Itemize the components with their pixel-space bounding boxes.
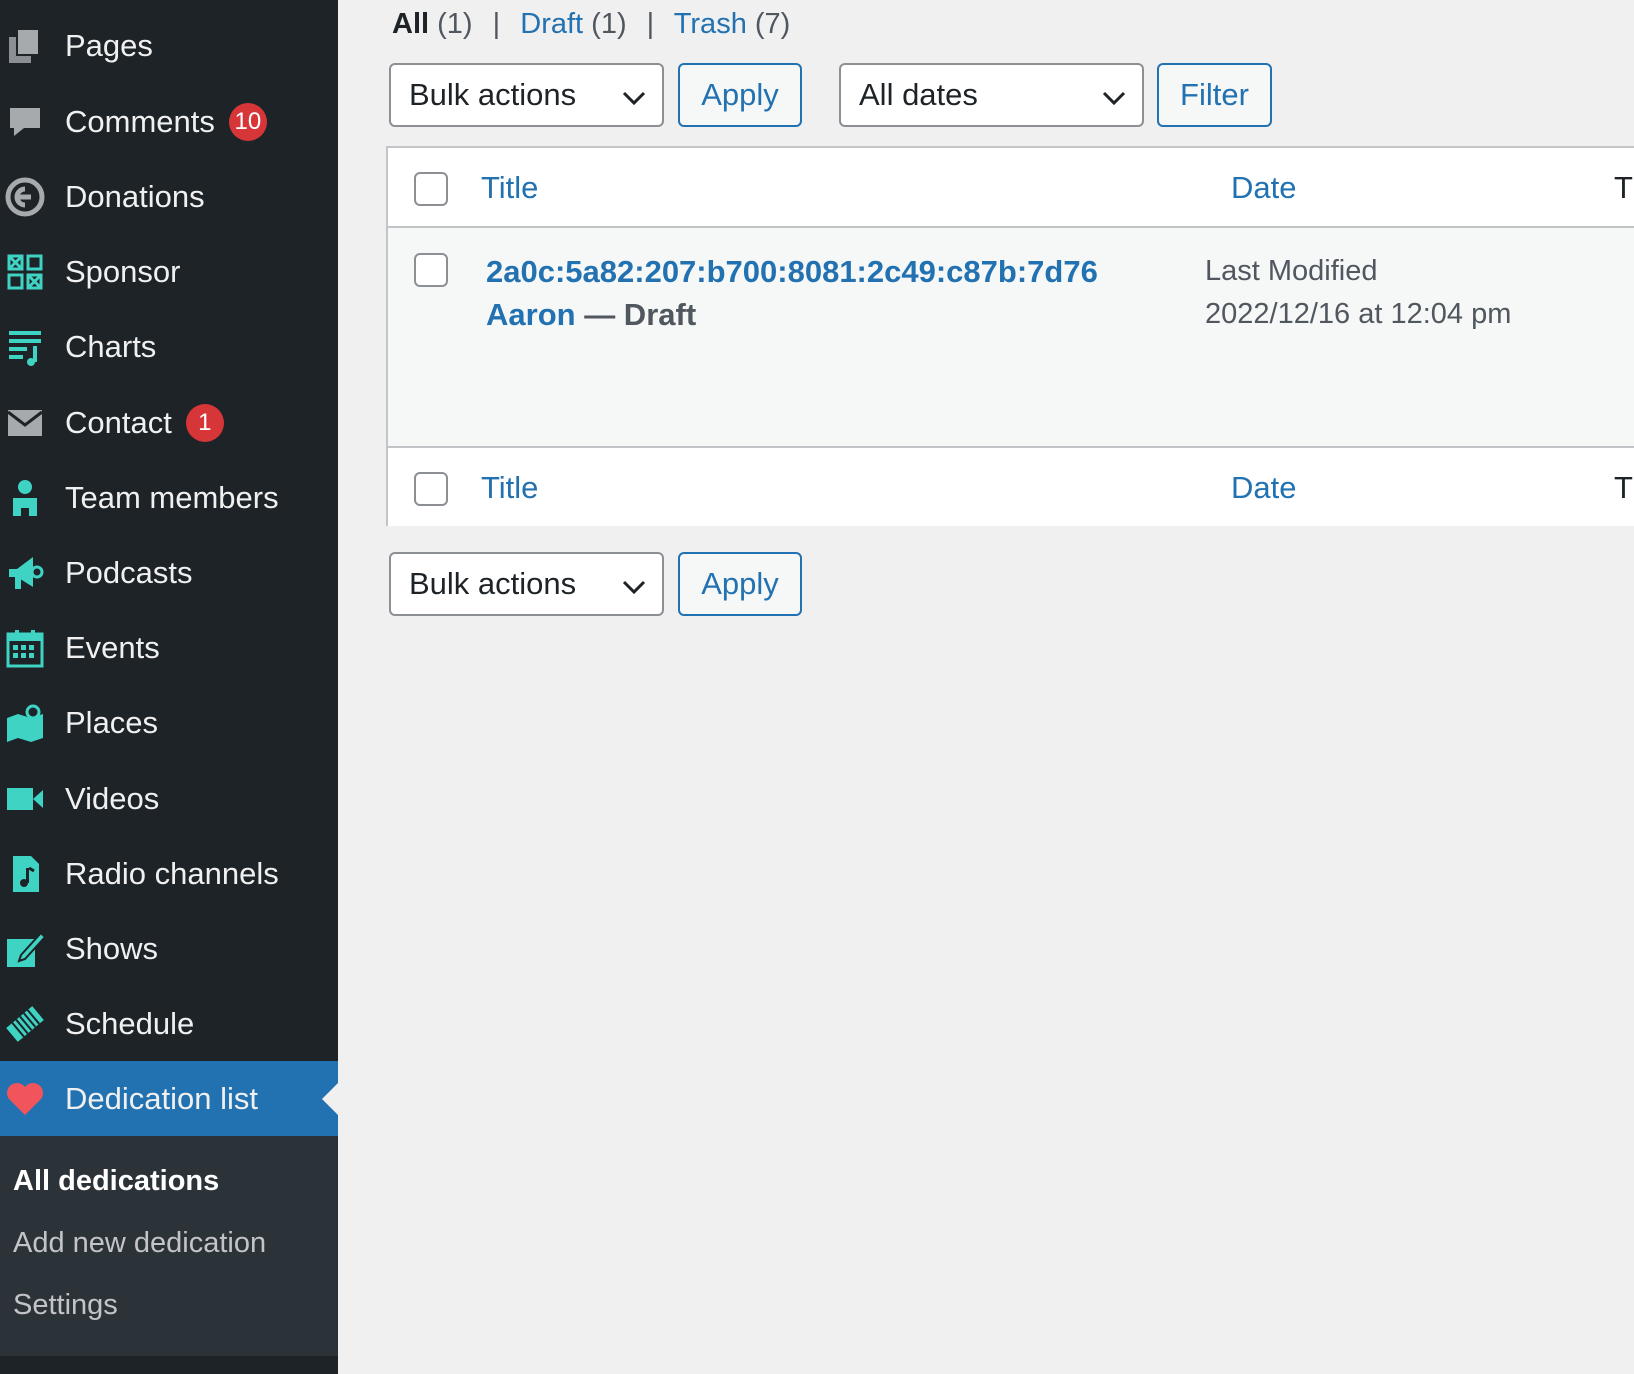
view-all-link[interactable]: All <box>392 8 429 40</box>
menu-label: Shows <box>65 930 159 966</box>
sponsor-icon <box>4 251 46 293</box>
submenu-settings[interactable]: Settings <box>13 1289 118 1322</box>
submenu-all-dedications[interactable]: All dedications <box>13 1165 219 1198</box>
music-file-icon <box>4 853 46 895</box>
row-title-link[interactable]: 2a0c:5a82:207:b700:8081:2c49:c87b:7d76 <box>486 254 1098 289</box>
view-draft-link[interactable]: Draft <box>520 8 583 40</box>
bulk-actions-value: Bulk actions <box>409 566 577 601</box>
menu-label: Pages <box>65 27 153 63</box>
ticket-icon <box>4 1003 46 1045</box>
table-footer: Title Date T <box>388 446 1634 526</box>
map-icon <box>4 702 46 744</box>
megaphone-icon <box>4 552 46 594</box>
column-third-footer: T <box>1614 470 1633 505</box>
filter-button[interactable]: Filter <box>1157 63 1272 127</box>
table-row: 2a0c:5a82:207:b700:8081:2c49:c87b:7d76 A… <box>388 228 1634 446</box>
menu-item-schedule[interactable]: Schedule <box>0 986 338 1061</box>
video-camera-icon <box>4 778 46 820</box>
menu-label: Podcasts <box>65 554 193 590</box>
bulk-actions-select-bottom[interactable]: Bulk actions <box>389 552 664 616</box>
menu-label: Sponsor <box>65 253 181 289</box>
menu-label: Schedule <box>65 1005 195 1041</box>
heart-icon <box>4 1078 46 1120</box>
comments-count-badge: 10 <box>228 102 267 141</box>
menu-item-comments[interactable]: Comments 10 <box>0 84 338 159</box>
bulk-actions-value: Bulk actions <box>409 77 577 112</box>
view-all-count: (1) <box>437 8 473 40</box>
menu-item-shows[interactable]: Shows <box>0 911 338 986</box>
row-title: 2a0c:5a82:207:b700:8081:2c49:c87b:7d76 A… <box>486 250 1166 336</box>
menu-label: Radio channels <box>65 855 279 891</box>
bulk-actions-select-top[interactable]: Bulk actions <box>389 63 664 127</box>
menu-label: Events <box>65 629 160 665</box>
menu-item-podcasts[interactable]: Podcasts <box>0 535 338 610</box>
column-title-sort-footer[interactable]: Title <box>481 470 538 506</box>
date-filter-value: All dates <box>859 77 978 112</box>
menu-item-places[interactable]: Places <box>0 685 338 760</box>
status-views: All (1) | Draft (1) | Trash (7) <box>392 8 790 41</box>
dedication-submenu: All dedications Add new dedication Setti… <box>0 1136 338 1356</box>
posts-table: Title Date T 2a0c:5a82:207:b700:8081:2c4… <box>386 146 1634 526</box>
view-separator: | <box>646 8 655 40</box>
menu-label: Places <box>65 704 159 740</box>
view-trash-count: (7) <box>754 8 791 40</box>
menu-item-donations[interactable]: Donations <box>0 159 338 234</box>
row-date: Last Modified 2022/12/16 at 12:04 pm <box>1205 250 1511 336</box>
table-header: Title Date T <box>388 148 1634 228</box>
view-trash-link[interactable]: Trash <box>674 8 747 40</box>
comments-icon <box>4 101 46 143</box>
menu-item-pages[interactable]: Pages <box>0 8 338 83</box>
menu-item-contact[interactable]: Contact 1 <box>0 385 338 460</box>
date-value: 2022/12/16 at 12:04 pm <box>1205 298 1512 330</box>
date-filter-select[interactable]: All dates <box>839 63 1144 127</box>
edit-icon <box>4 928 46 970</box>
chevron-down-icon <box>1102 77 1126 113</box>
admin-sidebar: Pages Comments 10 Donations Sponsor Chart… <box>0 0 338 1374</box>
view-draft-count: (1) <box>591 8 627 40</box>
contact-count-badge: 1 <box>185 403 224 442</box>
menu-label: Charts <box>65 328 157 364</box>
menu-label: Dedication list <box>65 1080 258 1116</box>
menu-item-team-members[interactable]: Team members <box>0 460 338 535</box>
submenu-add-new-dedication[interactable]: Add new dedication <box>13 1227 266 1260</box>
calendar-icon <box>4 627 46 669</box>
column-date-sort-footer[interactable]: Date <box>1231 470 1296 506</box>
pages-icon <box>4 25 46 67</box>
menu-label: Team members <box>65 479 279 515</box>
donations-icon <box>4 176 46 218</box>
apply-button-bottom[interactable]: Apply <box>678 552 802 616</box>
menu-label: Donations <box>65 178 205 214</box>
row-checkbox[interactable] <box>414 253 448 287</box>
date-label: Last Modified <box>1205 255 1378 287</box>
menu-label: Comments <box>65 103 215 139</box>
charts-icon <box>4 326 46 368</box>
menu-label: Videos <box>65 780 160 816</box>
main-content: All (1) | Draft (1) | Trash (7) Bulk act… <box>338 0 1634 1374</box>
select-all-checkbox-footer[interactable] <box>414 472 448 506</box>
column-date-sort[interactable]: Date <box>1231 170 1296 206</box>
post-state: — Draft <box>575 297 697 332</box>
row-title-link-cont[interactable]: Aaron <box>486 297 576 332</box>
column-third-header: T <box>1614 170 1633 205</box>
current-menu-arrow <box>322 1082 338 1115</box>
apply-button-top[interactable]: Apply <box>678 63 802 127</box>
menu-item-radio-channels[interactable]: Radio channels <box>0 836 338 911</box>
select-all-checkbox[interactable] <box>414 172 448 206</box>
menu-item-videos[interactable]: Videos <box>0 761 338 836</box>
chevron-down-icon <box>622 77 646 113</box>
menu-item-charts[interactable]: Charts <box>0 309 338 384</box>
envelope-icon <box>4 402 46 444</box>
menu-item-events[interactable]: Events <box>0 610 338 685</box>
person-icon <box>4 477 46 519</box>
menu-item-sponsor[interactable]: Sponsor <box>0 234 338 309</box>
menu-item-dedication-list[interactable]: Dedication list <box>0 1061 338 1136</box>
menu-label: Contact <box>65 404 172 440</box>
column-title-sort[interactable]: Title <box>481 170 538 206</box>
chevron-down-icon <box>622 566 646 602</box>
view-separator: | <box>492 8 501 40</box>
